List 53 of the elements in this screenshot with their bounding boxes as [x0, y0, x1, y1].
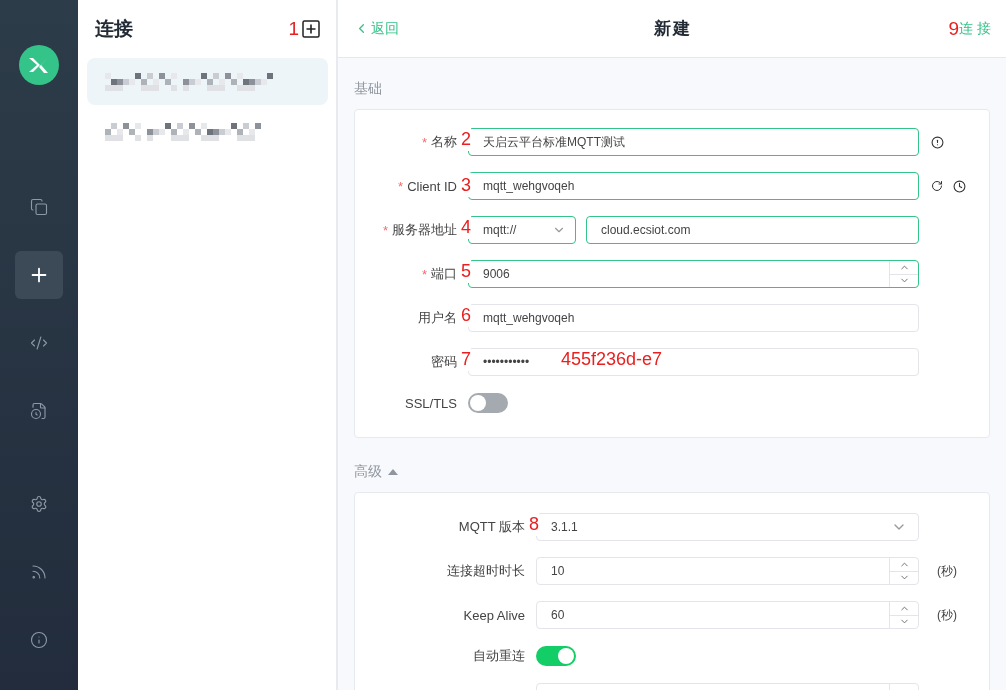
- toggle-switch[interactable]: [536, 646, 576, 666]
- code-icon: [30, 334, 48, 352]
- required-asterisk: *: [421, 266, 427, 282]
- field-label: 用户名: [418, 309, 457, 327]
- field-label: 自动重连: [473, 647, 525, 665]
- document-clock-icon: [30, 402, 48, 420]
- field-label: 名称: [431, 133, 457, 151]
- connection-item[interactable]: [87, 58, 328, 105]
- field-label: 服务器地址: [392, 221, 457, 239]
- unit-label: (秒): [937, 562, 957, 580]
- annotation-number: 9: [948, 17, 960, 40]
- annotation-number: 5: [461, 259, 471, 283]
- host-field[interactable]: cloud.ecsiot.com: [586, 216, 919, 244]
- annotation-number: 1: [288, 18, 299, 40]
- refresh-button[interactable]: [931, 180, 943, 192]
- caret-up-icon[interactable]: [388, 469, 398, 475]
- annotation-number: 2: [461, 127, 471, 151]
- panel-title: 连接: [95, 17, 133, 41]
- annotation-text: 455f236d-e7: [561, 349, 663, 370]
- field-label: MQTT 版本: [458, 518, 525, 536]
- field-label: 密码: [431, 353, 457, 371]
- clock-icon: [953, 179, 966, 193]
- toggle-switch[interactable]: [468, 393, 508, 413]
- feed-icon: [30, 563, 48, 581]
- copy-icon: [30, 198, 48, 216]
- section-title: 基础: [354, 80, 382, 98]
- required-asterisk: *: [421, 134, 427, 150]
- field-label: Client ID: [407, 178, 457, 194]
- annotation-number: 4: [461, 215, 471, 239]
- annotation-number: 6: [461, 303, 471, 327]
- alert-icon: [931, 135, 944, 149]
- field-label: Keep Alive: [463, 607, 525, 623]
- required-asterisk: *: [398, 178, 404, 194]
- refresh-icon: [931, 180, 943, 192]
- app-logo: [19, 45, 59, 85]
- field-label: 连接超时时长: [447, 562, 525, 580]
- required-asterisk: *: [382, 222, 388, 238]
- info-icon: [30, 631, 48, 649]
- annotation-number: 8: [529, 512, 539, 536]
- page-title: 新建: [653, 18, 692, 40]
- section-title: 高级: [354, 463, 382, 481]
- field-label: 端口: [431, 265, 457, 283]
- clock-button[interactable]: [953, 179, 966, 193]
- field-label: SSL/TLS: [404, 395, 457, 411]
- annotation-number: 7: [461, 347, 471, 371]
- settings-icon: [30, 495, 48, 513]
- annotation-number: 3: [461, 172, 471, 197]
- number-field[interactable]: 10: [536, 557, 919, 585]
- add-button[interactable]: [302, 20, 320, 38]
- alert-button[interactable]: [931, 135, 944, 149]
- unit-label: (秒): [937, 606, 957, 624]
- nav-button[interactable]: [15, 251, 63, 299]
- number-field[interactable]: 60: [536, 601, 919, 629]
